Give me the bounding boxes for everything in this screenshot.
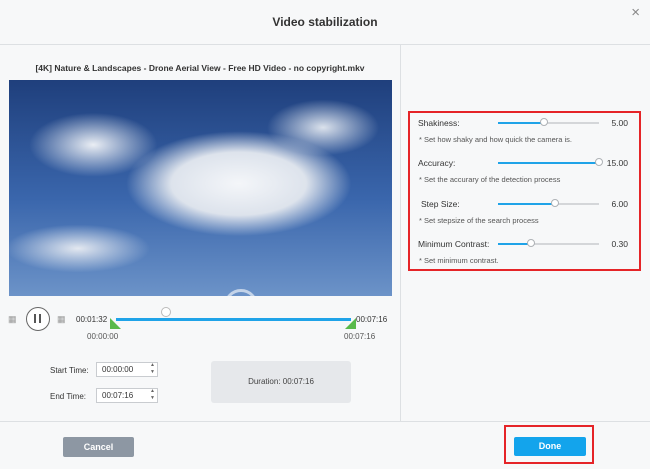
step-size-label: Step Size: (421, 199, 460, 209)
frame-step-icon[interactable]: ▦ (57, 314, 67, 324)
cancel-button[interactable]: Cancel (63, 437, 134, 457)
snapshot-icon[interactable]: ▦ (8, 314, 18, 324)
clip-end-time: 00:07:16 (344, 332, 376, 341)
watermark-logo-icon (224, 289, 258, 296)
footer-divider (0, 421, 650, 422)
shakiness-hint: * Set how shaky and how quick the camera… (419, 135, 572, 144)
playback-controls: ▦ ▦ 00:01:32 00:07:16 00:00:00 00:07:16 (4, 297, 396, 349)
duration-display: Duration: 00:07:16 (211, 361, 351, 403)
panel-divider (400, 45, 401, 421)
clip-start-time: 00:00:00 (87, 332, 119, 341)
step-size-value: 6.00 (611, 199, 628, 209)
start-time-stepper[interactable]: ▲ ▼ (150, 362, 157, 377)
accuracy-hint: * Set the accurary of the detection proc… (419, 175, 561, 184)
start-time-label: Start Time: (50, 366, 89, 375)
step-size-slider-fill (498, 203, 555, 205)
accuracy-slider-fill (498, 162, 599, 164)
dialog-title: Video stabilization (272, 15, 378, 29)
duration-label: Duration: (248, 377, 281, 386)
pause-button[interactable] (26, 307, 50, 331)
duration-value: 00:07:16 (282, 377, 314, 386)
shakiness-label: Shakiness: (418, 118, 460, 128)
step-size-slider-thumb[interactable] (550, 199, 559, 207)
timeline-track[interactable] (116, 318, 351, 321)
shakiness-slider-fill (498, 122, 545, 124)
done-button[interactable]: Done (514, 437, 586, 456)
accuracy-slider[interactable] (498, 158, 603, 166)
start-time-input[interactable] (96, 362, 158, 377)
video-filename: [4K] Nature & Landscapes - Drone Aerial … (35, 63, 365, 73)
shakiness-value: 5.00 (611, 118, 628, 128)
step-size-hint: * Set stepsize of the search process (419, 216, 539, 225)
minimum-contrast-slider-fill (498, 243, 532, 245)
close-icon[interactable]: × (631, 4, 640, 21)
trim-end-handle[interactable] (345, 318, 356, 329)
total-time: 00:07:16 (356, 315, 388, 324)
minimum-contrast-hint: * Set minimum contrast. (419, 256, 499, 265)
minimum-contrast-slider[interactable] (498, 239, 599, 247)
minimum-contrast-value: 0.30 (611, 239, 628, 249)
minimum-contrast-label: Minimum Contrast: (418, 239, 490, 249)
trim-start-handle[interactable] (110, 318, 121, 329)
video-preview: uantrimang (9, 80, 392, 296)
current-time: 00:01:32 (76, 315, 108, 324)
accuracy-label: Accuracy: (418, 158, 456, 168)
end-time-stepper[interactable]: ▲ ▼ (150, 388, 157, 403)
end-time-label: End Time: (50, 392, 87, 401)
step-size-slider[interactable] (498, 199, 599, 207)
accuracy-value: 15.00 (606, 158, 628, 168)
header-divider (0, 44, 650, 45)
shakiness-slider[interactable] (498, 118, 599, 126)
end-time-input[interactable] (96, 388, 158, 403)
video-stabilization-dialog: Video stabilization × [4K] Nature & Land… (0, 0, 650, 469)
playhead[interactable] (161, 307, 172, 317)
